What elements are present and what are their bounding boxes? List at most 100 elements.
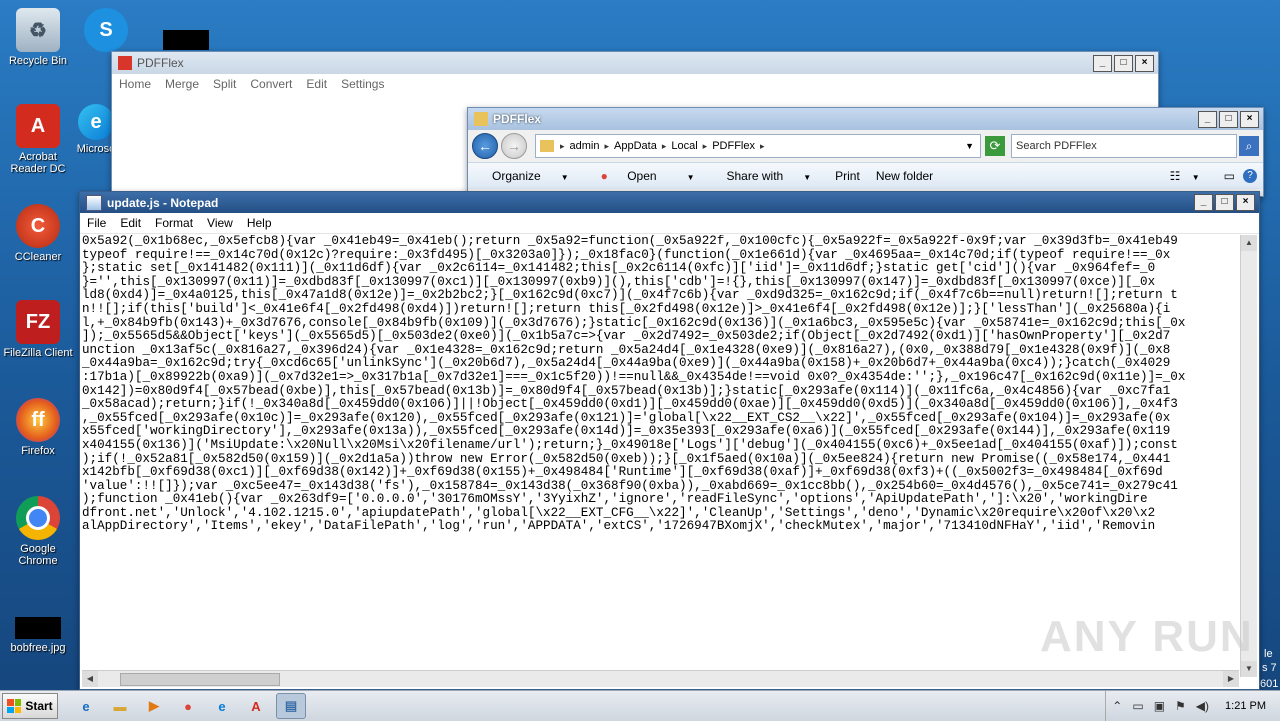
new-folder-button[interactable]: New folder [868, 169, 941, 183]
explorer-taskbar-icon[interactable]: ▬ [106, 694, 134, 718]
desktop-icon-chrome[interactable]: Google Chrome [0, 496, 76, 567]
text-line: 'value':!![]});var _0xc5ee47=_0x143d38('… [82, 478, 1178, 493]
window-title: PDFFlex [493, 112, 542, 126]
menu-edit[interactable]: Edit [113, 216, 148, 230]
back-arrow-icon[interactable]: ← [472, 133, 498, 159]
print-button[interactable]: Print [827, 169, 868, 183]
ie-taskbar-icon[interactable]: e [72, 694, 100, 718]
network-icon[interactable]: ▣ [1154, 699, 1165, 713]
desktop-icon-label: Microso [76, 143, 116, 155]
text-line: 0x142])=0x80d9f4[_0x57bead(0xbe)],this[_… [82, 383, 1171, 398]
close-button[interactable]: × [1240, 110, 1259, 128]
help-icon[interactable]: ? [1243, 169, 1257, 183]
open-label: Open [627, 169, 657, 183]
text-line: x142bfb[_0xf69d38(0xc1)][_0xf69d38(0x142… [82, 465, 1163, 480]
menu-convert[interactable]: Convert [243, 77, 299, 91]
menu-edit[interactable]: Edit [299, 77, 334, 91]
close-button[interactable]: × [1236, 194, 1255, 211]
share-with-button[interactable]: Share with ▼ [711, 169, 828, 183]
notepad-menubar: File Edit Format View Help [80, 213, 1259, 234]
anyrun-watermark: ANY RUN [1040, 612, 1254, 661]
open-button[interactable]: ● Open ▼ [585, 169, 711, 183]
menu-settings[interactable]: Settings [334, 77, 391, 91]
view-options-icon[interactable]: ☷ ▼ [1162, 169, 1216, 183]
start-button[interactable]: Start [2, 693, 58, 719]
taskbar: Start e ▬ ▶ ● e A ▤ ⌃ ▭ ▣ ⚑ ◀) 1:21 PM [0, 690, 1280, 721]
chrome-taskbar-icon[interactable]: ● [174, 694, 202, 718]
window-title: PDFFlex [137, 56, 184, 70]
pdf-icon [118, 56, 132, 70]
refresh-icon[interactable]: ⟳ [985, 136, 1005, 156]
menu-help[interactable]: Help [240, 216, 279, 230]
scrollbar-thumb[interactable] [120, 673, 280, 686]
preview-pane-icon[interactable]: ▭ [1216, 169, 1243, 183]
desktop-icon-filezilla[interactable]: FZ FileZilla Client [0, 300, 76, 359]
desktop-icon-recycle-bin[interactable]: ♻ Recycle Bin [0, 8, 76, 67]
text-line: };static set[_0x141482(0x111)](_0x11d6df… [82, 261, 1156, 276]
maximize-button[interactable]: □ [1219, 110, 1238, 128]
menu-home[interactable]: Home [112, 77, 158, 91]
address-bar[interactable]: ▸ admin ▸ AppData ▸ Local ▸ PDFFlex ▸ ▼ [535, 134, 981, 158]
text-line: alAppDirectory','Items','ekey','DataFile… [82, 519, 1156, 534]
forward-arrow-icon[interactable]: → [501, 133, 527, 159]
desktop-icon-label: Acrobat Reader DC [10, 151, 66, 175]
volume-icon[interactable]: ◀) [1196, 699, 1209, 713]
vertical-scrollbar[interactable]: ▲ ▼ [1240, 235, 1257, 677]
text-area[interactable]: 0x5a92(_0x1b68ec,_0x5efcb8){var _0x41eb4… [82, 235, 1237, 660]
desktop-icon-label: Recycle Bin [8, 55, 68, 67]
explorer-window[interactable]: PDFFlex _ □ × ← → ▸ admin ▸ AppData ▸ Lo… [467, 107, 1264, 197]
breadcrumb-admin[interactable]: admin [565, 140, 605, 152]
pdfflex-titlebar[interactable]: PDFFlex _ □ × [112, 52, 1158, 74]
menu-format[interactable]: Format [148, 216, 200, 230]
text-line: ld8(0xd4)]=_0x4a0125,this[_0x47a1d8(0x12… [82, 288, 1178, 303]
desktop-icon-firefox[interactable]: ff Firefox [0, 398, 76, 457]
search-icon[interactable]: ⌕ [1239, 136, 1259, 156]
text-line: dfront.net','Unlock','4.102.1215.0','api… [82, 505, 1156, 520]
breadcrumb-appdata[interactable]: AppData [609, 140, 662, 152]
desktop-icon-edge[interactable]: e Microso [76, 104, 116, 155]
menu-split[interactable]: Split [206, 77, 243, 91]
menu-view[interactable]: View [200, 216, 240, 230]
menu-file[interactable]: File [80, 216, 113, 230]
close-button[interactable]: × [1135, 54, 1154, 72]
acrobat-taskbar-icon[interactable]: A [242, 694, 270, 718]
notepad-taskbar-icon[interactable]: ▤ [276, 693, 306, 719]
flag-icon[interactable]: ⚑ [1175, 699, 1186, 713]
desktop-icon-bobfree[interactable]: bobfree.jpg [0, 617, 76, 654]
clock[interactable]: 1:21 PM [1219, 700, 1280, 712]
menu-merge[interactable]: Merge [158, 77, 206, 91]
notepad-titlebar[interactable]: update.js - Notepad _ □ × [80, 192, 1259, 213]
notepad-icon [86, 194, 102, 211]
scroll-down-icon[interactable]: ▼ [1241, 661, 1257, 677]
edge-taskbar-icon[interactable]: e [208, 694, 236, 718]
desktop-icon-ccleaner[interactable]: C CCleaner [0, 204, 76, 263]
text-line: 0x5a92(_0x1b68ec,_0x5efcb8){var _0x41eb4… [82, 235, 1178, 248]
organize-button[interactable]: Organize ▼ [476, 169, 585, 183]
tray-expand-icon[interactable]: ⌃ [1112, 699, 1122, 713]
horizontal-scrollbar[interactable]: ◀ ▶ [82, 670, 1239, 687]
chevron-down-icon[interactable]: ▼ [965, 141, 974, 151]
minimize-button[interactable]: _ [1198, 110, 1217, 128]
text-line: x404155(0x136)]('MsiUpdate:\x20Null\x20M… [82, 437, 1178, 452]
text-line: _0x58acad);return;}if(!_0x340a8d[_0x459d… [82, 397, 1178, 412]
scroll-left-icon[interactable]: ◀ [82, 671, 98, 687]
minimize-button[interactable]: _ [1093, 54, 1112, 72]
media-player-taskbar-icon[interactable]: ▶ [140, 694, 168, 718]
scroll-right-icon[interactable]: ▶ [1223, 671, 1239, 687]
text-line: l,+_0x84b9fb(0x143)+_0x3d7676,console[_0… [82, 315, 1186, 330]
breadcrumb-pdfflex[interactable]: PDFFlex [707, 140, 760, 152]
keyboard-icon[interactable]: ▭ [1132, 699, 1143, 713]
minimize-button[interactable]: _ [1194, 194, 1213, 211]
desktop-icon-label: Google Chrome [18, 543, 58, 567]
text-line: ,_0x55fced[_0x293afe(0x10c)]=_0x293afe(0… [82, 410, 1171, 425]
search-input[interactable]: Search PDFFlex [1011, 134, 1237, 158]
desktop-icon-label: bobfree.jpg [10, 642, 66, 654]
maximize-button[interactable]: □ [1215, 194, 1234, 211]
explorer-titlebar[interactable]: PDFFlex _ □ × [468, 108, 1263, 130]
breadcrumb-local[interactable]: Local [666, 140, 702, 152]
maximize-button[interactable]: □ [1114, 54, 1133, 72]
scroll-up-icon[interactable]: ▲ [1241, 235, 1257, 251]
address-row: ← → ▸ admin ▸ AppData ▸ Local ▸ PDFFlex … [468, 130, 1263, 162]
desktop-icon-acrobat[interactable]: A Acrobat Reader DC [0, 104, 76, 175]
text-line: unction _0x13af5c(_0x816a27,_0x396d24){v… [82, 342, 1171, 357]
